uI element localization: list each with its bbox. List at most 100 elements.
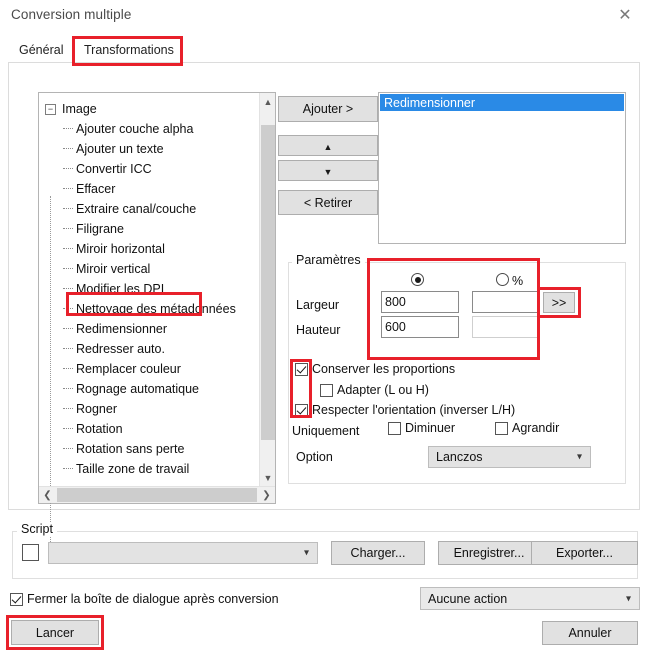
tab-general[interactable]: Général bbox=[10, 37, 73, 63]
tree-item[interactable]: Miroir horizontal bbox=[39, 239, 259, 259]
tree-dash-icon bbox=[63, 267, 73, 269]
tree-item[interactable]: Extraire canal/couche bbox=[39, 199, 259, 219]
tree-item[interactable]: Ajouter un texte bbox=[39, 139, 259, 159]
only-label: Uniquement bbox=[292, 424, 360, 438]
checkbox-shrink-only[interactable] bbox=[388, 422, 401, 435]
radio-percent[interactable] bbox=[496, 273, 509, 286]
label-respect-orientation: Respecter l'orientation (inverser L/H) bbox=[312, 403, 516, 417]
width-input[interactable]: 800 bbox=[381, 291, 459, 313]
selected-transformations-list[interactable]: Redimensionner bbox=[378, 92, 626, 244]
close-icon[interactable]: ✕ bbox=[602, 0, 648, 31]
triangle-up-icon bbox=[324, 139, 333, 153]
checkbox-enlarge-only[interactable] bbox=[495, 422, 508, 435]
tree-item[interactable]: Filigrane bbox=[39, 219, 259, 239]
label-close-after-conversion: Fermer la boîte de dialogue après conver… bbox=[27, 592, 279, 606]
tree-dash-icon bbox=[63, 147, 73, 149]
height-input[interactable]: 600 bbox=[381, 316, 459, 338]
tree-item-label: Rotation sans perte bbox=[76, 442, 185, 456]
run-button[interactable]: Lancer bbox=[11, 620, 99, 645]
tree-item-label: Redimensionner bbox=[76, 322, 168, 336]
tree-dash-icon bbox=[63, 407, 73, 409]
tree-item-label: Nettoyage des métadonnées bbox=[76, 302, 236, 316]
scrollbar-thumb[interactable] bbox=[261, 125, 275, 440]
label-enlarge-only: Agrandir bbox=[512, 421, 560, 435]
tree-item[interactable]: Convertir ICC bbox=[39, 159, 259, 179]
tree-horizontal-scrollbar[interactable]: ❮ ❯ bbox=[39, 486, 275, 503]
triangle-down-icon bbox=[324, 164, 333, 178]
tree-dash-icon bbox=[63, 227, 73, 229]
save-script-button[interactable]: Enregistrer... bbox=[438, 541, 540, 565]
chevron-down-icon: ▾ bbox=[625, 593, 631, 604]
tree-item-label: Convertir ICC bbox=[76, 162, 152, 176]
tree-item[interactable]: Nettoyage des métadonnées bbox=[39, 299, 259, 319]
label-keep-proportions: Conserver les proportions bbox=[312, 362, 456, 376]
tree-item[interactable]: Rotation bbox=[39, 419, 259, 439]
remove-button[interactable]: < Retirer bbox=[278, 190, 378, 215]
expander-icon[interactable]: − bbox=[45, 103, 56, 115]
chevron-down-icon: ▾ bbox=[303, 547, 309, 559]
transformations-tree[interactable]: − Image Ajouter couche alpha Ajouter un … bbox=[38, 92, 276, 552]
tab-strip: Général Transformations bbox=[0, 32, 648, 63]
tree-item[interactable]: Effacer bbox=[39, 179, 259, 199]
tree-item[interactable]: Miroir vertical bbox=[39, 259, 259, 279]
option-select[interactable]: Lanczos ▾ bbox=[428, 446, 591, 468]
tree-dash-icon bbox=[63, 307, 73, 309]
chevron-right-icon[interactable]: ❯ bbox=[258, 487, 275, 503]
tree-item-label: Rotation bbox=[76, 422, 123, 436]
tree-item-label: Taille zone de travail bbox=[76, 462, 190, 476]
tree-dash-icon bbox=[63, 287, 73, 289]
checkbox-respect-orientation[interactable] bbox=[295, 404, 308, 417]
tree-item[interactable]: Taille zone de travail bbox=[39, 459, 259, 477]
width-percent-input[interactable] bbox=[472, 291, 540, 313]
radio-absolute[interactable] bbox=[411, 273, 424, 286]
height-label: Hauteur bbox=[296, 323, 341, 337]
tree-item[interactable]: Rogner bbox=[39, 399, 259, 419]
tree-item[interactable]: Ajouter couche alpha bbox=[39, 119, 259, 139]
checkbox-adapt[interactable] bbox=[320, 384, 333, 397]
export-script-button[interactable]: Exporter... bbox=[531, 541, 638, 565]
tree-item-label: Ajouter couche alpha bbox=[76, 122, 194, 136]
script-select[interactable]: ▾ bbox=[48, 542, 318, 564]
tree-item-label: Extraire canal/couche bbox=[76, 202, 197, 216]
tree-item-redimensionner[interactable]: Redimensionner bbox=[39, 319, 259, 339]
chevron-down-icon[interactable]: ▼ bbox=[260, 469, 276, 486]
tab-transformations[interactable]: Transformations bbox=[75, 37, 183, 63]
tree-dash-icon bbox=[63, 327, 73, 329]
tree-item-label: Redresser auto. bbox=[76, 342, 165, 356]
tree-dash-icon bbox=[63, 387, 73, 389]
scrollbar-thumb[interactable] bbox=[57, 488, 257, 502]
tree-item[interactable]: Modifier les DPI bbox=[39, 279, 259, 299]
script-legend: Script bbox=[17, 522, 57, 536]
move-up-button[interactable] bbox=[278, 135, 378, 156]
tree-node-image[interactable]: − Image bbox=[39, 99, 259, 119]
label-adapt: Adapter (L ou H) bbox=[337, 383, 429, 397]
tree-item[interactable]: Rognage automatique bbox=[39, 379, 259, 399]
option-select-value: Lanczos bbox=[436, 450, 483, 464]
tree-item-label: Ajouter un texte bbox=[76, 142, 164, 156]
checkbox-keep-proportions[interactable] bbox=[295, 363, 308, 376]
tree-item-label: Miroir vertical bbox=[76, 262, 151, 276]
tree-dash-icon bbox=[63, 367, 73, 369]
tree-item-label: Miroir horizontal bbox=[76, 242, 165, 256]
cancel-button[interactable]: Annuler bbox=[542, 621, 638, 645]
tree-item[interactable]: Remplacer couleur bbox=[39, 359, 259, 379]
tree-dash-icon bbox=[63, 467, 73, 469]
tree-item-label: Filigrane bbox=[76, 222, 124, 236]
post-action-select[interactable]: Aucune action ▾ bbox=[420, 587, 640, 610]
tree-vertical-scrollbar[interactable]: ▲ ▼ bbox=[259, 93, 275, 486]
tree-item[interactable]: Rotation sans perte bbox=[39, 439, 259, 459]
move-down-button[interactable] bbox=[278, 160, 378, 181]
tree-dash-icon bbox=[63, 427, 73, 429]
script-enable-checkbox[interactable] bbox=[22, 544, 39, 561]
load-script-button[interactable]: Charger... bbox=[331, 541, 425, 565]
list-item[interactable]: Redimensionner bbox=[380, 94, 624, 111]
window-title: Conversion multiple bbox=[11, 7, 132, 22]
height-percent-input[interactable] bbox=[472, 316, 540, 338]
add-button[interactable]: Ajouter > bbox=[278, 96, 378, 122]
tree-dash-icon bbox=[63, 187, 73, 189]
apply-chevron-button[interactable]: >> bbox=[543, 292, 575, 313]
chevron-up-icon[interactable]: ▲ bbox=[260, 93, 276, 110]
checkbox-close-after-conversion[interactable] bbox=[10, 593, 23, 606]
chevron-left-icon[interactable]: ❮ bbox=[39, 487, 56, 503]
tree-item[interactable]: Redresser auto. bbox=[39, 339, 259, 359]
